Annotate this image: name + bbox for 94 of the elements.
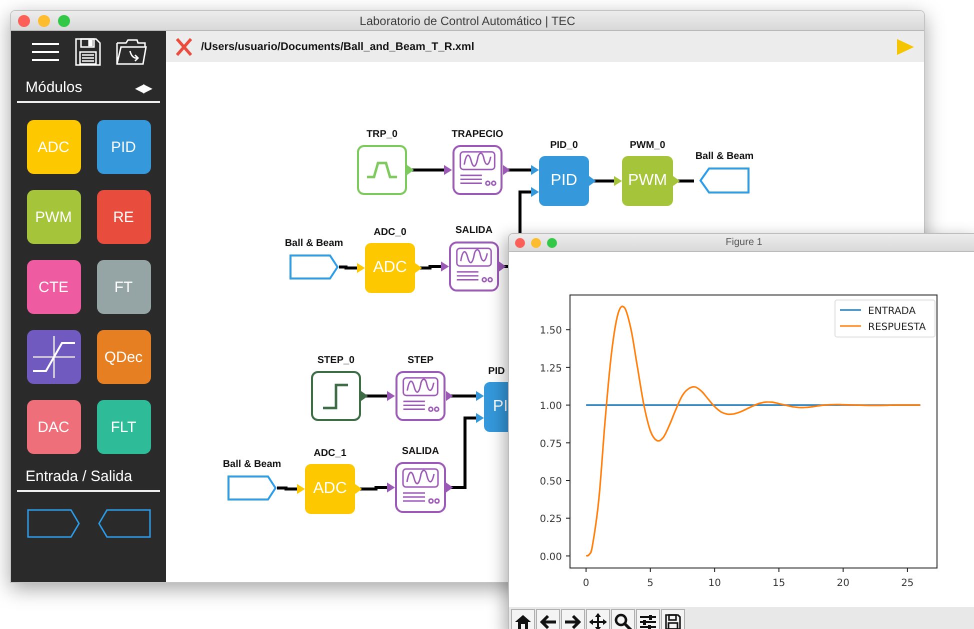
saturation-module-tile[interactable] (26, 330, 80, 384)
x-tick (778, 568, 780, 572)
connector (415, 262, 449, 273)
y-tick (566, 442, 570, 444)
x-tick-label: 20 (836, 578, 850, 589)
save-icon[interactable] (74, 38, 100, 66)
x-tick (714, 568, 716, 572)
block-caption: STEP (407, 355, 434, 367)
block-caption: ADC_1 (314, 448, 346, 460)
step-source-block[interactable] (311, 371, 361, 421)
y-tick (566, 555, 570, 556)
y-tick (566, 518, 570, 519)
menu-icon[interactable] (30, 41, 60, 63)
input-port-tile[interactable] (26, 509, 80, 538)
x-tick (586, 568, 587, 572)
output-port-block[interactable] (699, 167, 750, 194)
module-tile[interactable]: CTE (26, 260, 80, 314)
open-folder-icon[interactable] (116, 39, 146, 65)
block-caption: Ball & Beam (695, 151, 754, 163)
function-block[interactable]: PID (539, 156, 589, 206)
block-caption: SALIDA (455, 225, 493, 237)
y-tick (566, 480, 570, 482)
function-block[interactable]: ADC (305, 464, 355, 514)
section-title: Entrada / Salida (26, 468, 132, 485)
file-path: /Users/usuario/Documents/Ball_and_Beam_T_R.xml (201, 40, 474, 52)
x-tick (906, 568, 908, 572)
search-button[interactable] (611, 609, 635, 629)
connector (446, 391, 484, 401)
connector (339, 263, 365, 273)
function-block[interactable]: PI (484, 382, 509, 432)
block-caption: TRAPECIO (452, 129, 504, 141)
legend-label: ENTRADA (868, 306, 916, 317)
module-tile[interactable]: FT (96, 260, 150, 314)
y-tick-label: 0.50 (540, 476, 562, 488)
home-button[interactable] (511, 609, 535, 629)
y-tick-label: 0.00 (540, 552, 562, 563)
connector (673, 176, 694, 186)
y-tick-label: 1.25 (540, 363, 562, 374)
block-caption: STEP_0 (317, 355, 355, 367)
block-caption: PID_0 (550, 140, 578, 152)
module-tile[interactable]: PWM (26, 190, 80, 244)
legend-label: RESPUESTA (868, 322, 926, 333)
page-arrows[interactable]: ◀▶ (135, 80, 152, 94)
window-title: Figure 1 (724, 237, 764, 248)
forward-button[interactable] (561, 609, 585, 629)
module-tile[interactable]: FLT (96, 400, 150, 454)
scope-block[interactable] (395, 462, 446, 513)
x-tick (650, 568, 651, 572)
function-block[interactable]: PWM (622, 156, 673, 206)
pan-button[interactable] (586, 609, 610, 629)
module-tile[interactable]: PID (96, 120, 150, 174)
connector (361, 391, 395, 401)
y-tick (566, 366, 570, 368)
x-tick (842, 568, 844, 572)
module-tile[interactable]: DAC (26, 400, 80, 454)
scope-block[interactable] (452, 145, 503, 195)
y-tick (566, 404, 570, 406)
module-tile[interactable]: RE (96, 190, 150, 244)
block-caption: PWM_0 (630, 140, 666, 152)
x-tick-label: 15 (772, 578, 786, 589)
function-block[interactable]: ADC (365, 243, 415, 293)
y-tick-label: 0.75 (540, 438, 562, 450)
section-title: Módulos (26, 79, 82, 96)
module-tile[interactable]: QDec (96, 330, 150, 384)
window-title: Laboratorio de Control Automático | TEC (358, 14, 576, 28)
back-button[interactable] (536, 609, 560, 629)
block-caption: Ball & Beam (222, 459, 282, 471)
output-port-tile[interactable] (96, 509, 150, 538)
y-tick-label: 1.50 (540, 326, 562, 337)
x-tick-label: 10 (708, 578, 721, 589)
scope-block[interactable] (395, 371, 446, 421)
settings-button[interactable] (636, 609, 660, 629)
y-tick-label: 1.00 (540, 401, 562, 412)
module-tile[interactable]: ADC (26, 120, 80, 174)
connector (407, 165, 452, 175)
connector (503, 165, 539, 175)
block-caption: TRP_0 (366, 129, 398, 141)
connector (355, 482, 395, 494)
block-caption: SALIDA (402, 446, 440, 458)
y-tick (566, 329, 570, 330)
x-tick-label: 5 (647, 578, 654, 589)
y-tick-label: 0.25 (540, 514, 562, 526)
x-tick-label: 25 (901, 578, 914, 589)
connector (277, 484, 305, 494)
scope-block[interactable] (449, 241, 499, 292)
block-caption: ADC_0 (374, 227, 406, 239)
x-tick-label: 0 (582, 578, 590, 589)
block-caption: Ball & Beam (284, 238, 344, 250)
connector (589, 176, 622, 186)
block-caption: PID (488, 366, 505, 378)
input-port-block[interactable] (227, 475, 277, 501)
close-icon[interactable] (176, 38, 192, 56)
input-port-block[interactable] (289, 254, 339, 280)
save-button[interactable] (661, 609, 685, 629)
